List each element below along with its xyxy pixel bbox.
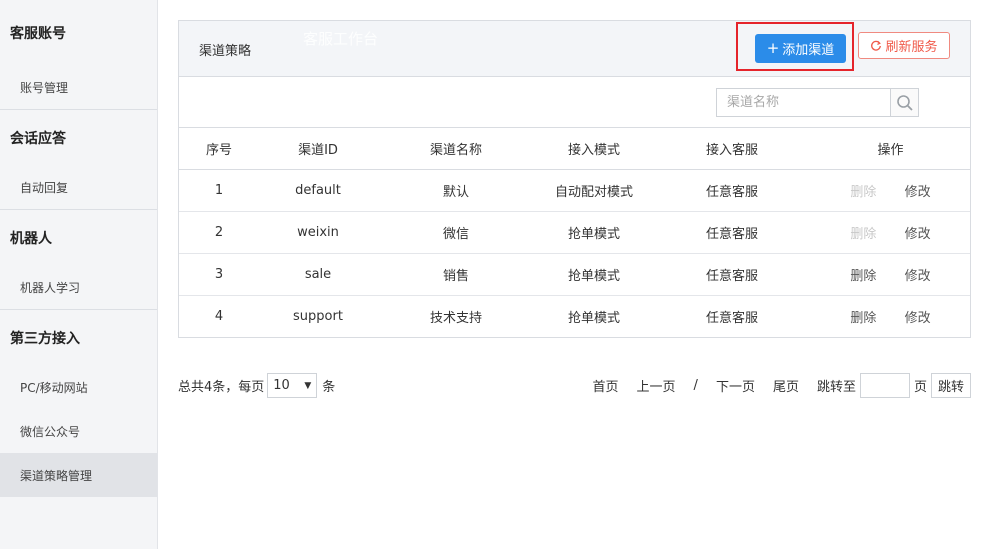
table-header-row: 序号 渠道ID 渠道名称 接入模式 接入客服 操作: [179, 128, 970, 170]
table-row: 2 weixin 微信 抢单模式 任意客服 删除 修改: [179, 211, 970, 254]
cell-channel-name: 技术支持: [429, 310, 482, 326]
search-button[interactable]: [890, 88, 919, 117]
jump-page-input[interactable]: [859, 373, 910, 398]
cell-actions: 删除 修改: [811, 169, 970, 212]
cell-actions: 删除 修改: [811, 253, 970, 296]
dropdown-arrow-icon: ▼: [304, 380, 312, 391]
cell-actions: 删除 修改: [811, 295, 970, 337]
prev-page-link[interactable]: 上一页: [637, 376, 676, 395]
panel-title: 渠道策略: [199, 44, 252, 59]
sidebar: 客服账号 账号管理 会话应答 自动回复 机器人 机器人学习 第三方接入 PC/移…: [0, 0, 158, 549]
refresh-service-button[interactable]: 刷新服务: [858, 32, 950, 59]
sidebar-item-robot-learning[interactable]: 机器人学习: [0, 265, 157, 309]
watermark-text: 客服工作台: [303, 30, 379, 48]
sidebar-group-title-session: 会话应答: [10, 130, 66, 147]
edit-button[interactable]: 修改: [905, 265, 931, 284]
delete-button[interactable]: 删除: [850, 307, 876, 326]
cell-actions: 删除 修改: [811, 211, 970, 254]
pager-separator: /: [693, 378, 698, 393]
page-size-value: 10: [273, 378, 290, 393]
page-size-unit: 条: [322, 380, 336, 395]
channel-name-search-input[interactable]: [716, 88, 891, 117]
cell-access-mode: 自动配对模式: [535, 169, 653, 212]
table-row: 3 sale 销售 抢单模式 任意客服 删除 修改: [179, 253, 970, 296]
cell-index: 4: [214, 308, 224, 324]
panel-header: 渠道策略 客服工作台 + 添加渠道 刷新服务: [179, 21, 970, 77]
refresh-service-label: 刷新服务: [885, 40, 938, 55]
header-actions: 操作: [811, 128, 970, 170]
sidebar-item-account-management[interactable]: 账号管理: [0, 65, 157, 109]
pagination-summary: 总共4条，每页 10 ▼ 条: [178, 372, 335, 399]
header-channel-name: 渠道名称: [377, 128, 535, 170]
sidebar-group-title-robot: 机器人: [10, 230, 52, 247]
header-access-mode: 接入模式: [535, 128, 653, 170]
cell-channel-id: support: [293, 308, 343, 324]
pagination: 总共4条，每页 10 ▼ 条 首页 上一页 / 下一页 尾页 跳转至 页 跳转: [178, 372, 971, 399]
sidebar-item-auto-reply[interactable]: 自动回复: [0, 165, 157, 209]
cell-access-agent: 任意客服: [653, 211, 811, 254]
sidebar-item-pc-mobile-site[interactable]: PC/移动网站: [0, 365, 157, 409]
total-count-text: 总共4条，每页: [178, 380, 265, 395]
sidebar-group-title-accounts: 客服账号: [10, 25, 66, 42]
cell-access-agent: 任意客服: [653, 169, 811, 212]
cell-access-mode: 抢单模式: [535, 211, 653, 254]
header-access-agent: 接入客服: [653, 128, 811, 170]
table-row: 1 default 默认 自动配对模式 任意客服 删除 修改: [179, 169, 970, 212]
cell-channel-name: 微信: [377, 211, 535, 254]
search-row: [179, 77, 970, 128]
header-channel-id: 渠道ID: [259, 128, 377, 170]
first-page-link[interactable]: 首页: [593, 376, 619, 395]
table-row: 4 support 技术支持 抢单模式 任意客服 删除 修改: [179, 295, 970, 337]
next-page-link[interactable]: 下一页: [716, 376, 755, 395]
cell-channel-id: weixin: [259, 211, 377, 254]
plus-icon: +: [766, 39, 780, 57]
cell-access-mode: 抢单模式: [535, 253, 653, 296]
cell-index: 2: [179, 211, 259, 254]
cell-index: 1: [179, 169, 259, 212]
add-channel-label: 添加渠道: [782, 43, 835, 58]
delete-button[interactable]: 删除: [850, 265, 876, 284]
search-icon: [896, 94, 914, 112]
cell-access-agent: 任意客服: [653, 253, 811, 296]
delete-button-disabled: 删除: [850, 184, 877, 200]
page-size-select[interactable]: 10 ▼: [267, 373, 318, 398]
channel-strategy-panel: 渠道策略 客服工作台 + 添加渠道 刷新服务 序号 渠道ID: [178, 20, 971, 338]
jump-button[interactable]: 跳转: [931, 373, 971, 398]
last-page-link[interactable]: 尾页: [773, 376, 799, 395]
edit-button[interactable]: 修改: [905, 181, 931, 200]
page-unit-label: 页: [913, 380, 927, 395]
cell-channel-name: 默认: [377, 169, 535, 212]
sidebar-item-wechat-official[interactable]: 微信公众号: [0, 409, 157, 453]
cell-channel-id: default: [259, 169, 377, 212]
cell-access-agent: 任意客服: [705, 310, 758, 326]
edit-button[interactable]: 修改: [905, 307, 931, 326]
jump-to-label: 跳转至: [816, 380, 856, 395]
edit-button[interactable]: 修改: [905, 223, 931, 242]
sidebar-item-channel-strategy[interactable]: 渠道策略管理: [0, 453, 157, 497]
highlight-box: + 添加渠道: [736, 22, 854, 71]
cell-access-mode: 抢单模式: [567, 310, 620, 326]
pagination-controls: 首页 上一页 / 下一页 尾页 跳转至 页 跳转: [593, 372, 971, 399]
cell-channel-id: sale: [259, 253, 377, 296]
cell-channel-name: 销售: [377, 253, 535, 296]
delete-button-disabled: 删除: [850, 226, 877, 242]
sidebar-group-title-third-party: 第三方接入: [10, 330, 80, 347]
add-channel-button[interactable]: + 添加渠道: [755, 34, 846, 63]
refresh-icon: [870, 40, 882, 52]
header-index: 序号: [179, 128, 259, 170]
cell-index: 3: [179, 253, 259, 296]
channel-table: 序号 渠道ID 渠道名称 接入模式 接入客服 操作 1 default 默认 自…: [179, 128, 970, 337]
